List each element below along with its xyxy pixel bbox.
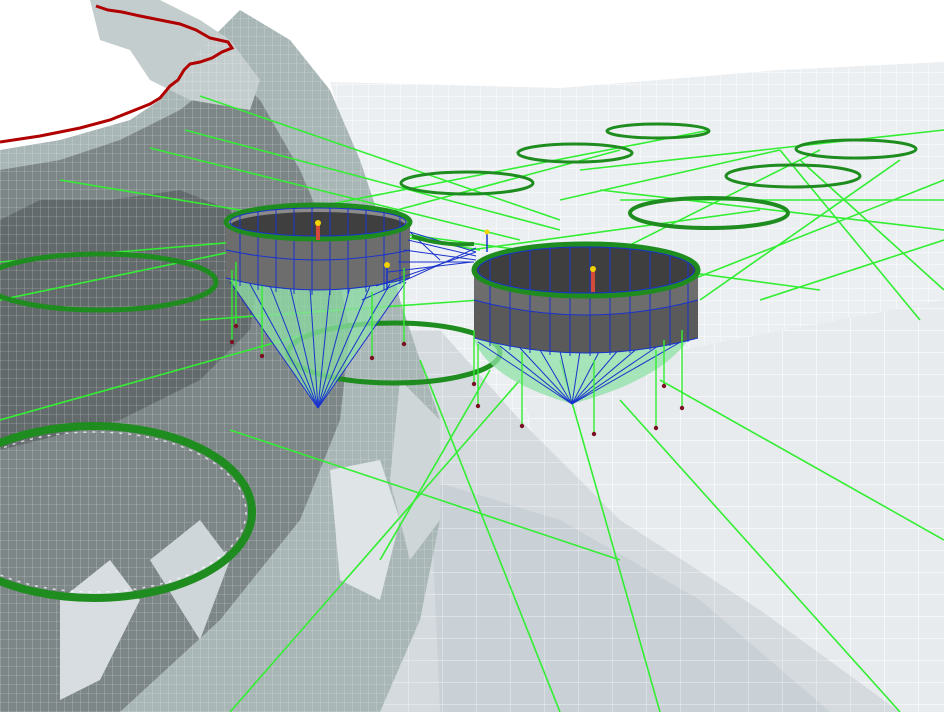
3d-viewport [0, 0, 944, 712]
buoy-marker [384, 262, 390, 268]
buoy-marker [484, 229, 490, 235]
